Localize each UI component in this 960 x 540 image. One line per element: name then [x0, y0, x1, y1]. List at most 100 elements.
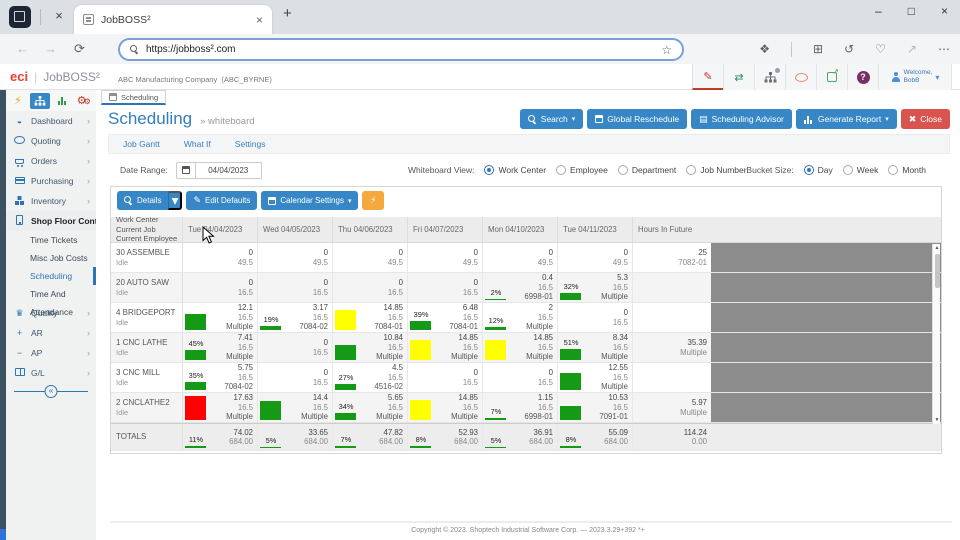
radio-month[interactable]: Month	[888, 165, 926, 175]
quick-entry-button[interactable]: ✎	[692, 64, 723, 90]
details-button[interactable]: Details	[117, 191, 168, 210]
quick-actions-icon[interactable]: ⚡	[14, 94, 22, 107]
sidebar-item-shop-floor-control[interactable]: Shop Floor Control∨	[6, 211, 96, 231]
refresh-icon[interactable]: ⟳	[74, 41, 85, 57]
schedule-cell[interactable]: 90%14.8516.5Multiple	[483, 333, 558, 362]
favorites-heart-icon[interactable]: ♡	[875, 42, 886, 56]
schedule-cell[interactable]: 016.5	[258, 273, 333, 302]
sidebar-item-ap[interactable]: −AP›	[6, 343, 96, 363]
schedule-cell[interactable]: 87%14.416.5Multiple	[258, 393, 333, 422]
sidebar-item-g-l[interactable]: G/L›	[6, 363, 96, 383]
column-header-thu-04-06-2023[interactable]: Thu 04/06/2023	[333, 217, 408, 242]
sidebar-item-orders[interactable]: Orders›	[6, 151, 96, 171]
schedule-cell[interactable]: 049.5	[183, 243, 258, 272]
work-center-label[interactable]: 1 CNC LATHEIdle	[111, 333, 183, 362]
schedule-cell[interactable]: 64%10.5316.57091-01	[558, 393, 633, 422]
external-link-button[interactable]	[816, 64, 847, 90]
close-tab-icon[interactable]: ×	[256, 13, 263, 27]
column-header-tue-04-04-2023[interactable]: Tue 04/04/2023	[183, 217, 258, 242]
sidebar-subitem-misc-job-costs[interactable]: Misc Job Costs	[6, 249, 96, 267]
user-menu[interactable]: Welcome,BobB ▾	[878, 64, 952, 90]
calendar-settings-button[interactable]: Calendar Settings▾	[261, 191, 358, 210]
history-icon[interactable]: ↺	[844, 42, 854, 56]
settings-gears-icon[interactable]: ⚙⚙	[77, 94, 88, 107]
url-text[interactable]: https://jobboss².com	[146, 44, 654, 55]
schedule-cell[interactable]: 35%5.7516.57084-02	[183, 363, 258, 392]
bookmark-star-icon[interactable]: ☆	[661, 43, 672, 57]
schedule-cell[interactable]: 45%7.4116.5Multiple	[183, 333, 258, 362]
schedule-cell[interactable]: 016.5	[408, 363, 483, 392]
search-button[interactable]: Search▾	[520, 109, 583, 129]
schedule-cell[interactable]: 049.5	[333, 243, 408, 272]
date-picker-button[interactable]	[176, 162, 196, 179]
close-icon[interactable]: ×	[48, 5, 70, 27]
scheduling-advisor-button[interactable]: ▤Scheduling Advisor	[691, 109, 792, 129]
schedule-cell[interactable]: 2%0.416.56998-01	[483, 273, 558, 302]
maximize-button[interactable]: □	[908, 4, 915, 18]
org-tree-button[interactable]	[754, 64, 785, 90]
sidebar-subitem-time-and-attendance[interactable]: Time And Attendance	[6, 285, 96, 303]
global-reschedule-button[interactable]: Global Reschedule	[587, 109, 687, 129]
work-center-label[interactable]: 30 ASSEMBLEIdle	[111, 243, 183, 272]
schedule-cell[interactable]: 016.5	[408, 273, 483, 302]
help-button[interactable]: ?	[847, 64, 878, 90]
work-center-label[interactable]: 3 CNC MILLIdle	[111, 363, 183, 392]
column-header-tue-04-11-2023[interactable]: Tue 04/11/2023	[558, 217, 633, 242]
browser-tab[interactable]: JobBOSS² ×	[74, 5, 272, 34]
schedule-cell[interactable]: 7%1.1516.56998-01	[483, 393, 558, 422]
nav-link-job-gantt[interactable]: Job Gantt	[123, 139, 160, 149]
sync-button[interactable]: ⇄	[723, 64, 754, 90]
forward-icon[interactable]: →	[44, 41, 57, 56]
schedule-cell[interactable]: 016.5	[333, 273, 408, 302]
schedule-cell[interactable]: 90%14.8516.5Multiple	[408, 393, 483, 422]
vertical-scrollbar[interactable]: ▲ ▼	[932, 244, 940, 424]
column-header-wed-04-05-2023[interactable]: Wed 04/05/2023	[258, 217, 333, 242]
edit-defaults-button[interactable]: ✎Edit Defaults	[186, 191, 257, 210]
chat-button[interactable]	[785, 64, 816, 90]
radio-job-number[interactable]: Job Number	[686, 165, 746, 175]
schedule-cell[interactable]: 90%14.8516.57084-01	[333, 303, 408, 332]
tab-scheduling[interactable]: Scheduling	[101, 90, 166, 105]
close-window-button[interactable]: ×	[941, 4, 948, 18]
sidebar-item-dashboard[interactable]: ◒Dashboard›	[6, 111, 96, 131]
collections-icon[interactable]: ⊞	[813, 42, 823, 56]
close-button[interactable]: ✖Close	[901, 109, 950, 129]
column-header-fri-04-07-2023[interactable]: Fri 04/07/2023	[408, 217, 483, 242]
schedule-cell[interactable]: 76%12.5516.5Multiple	[558, 363, 633, 392]
radio-work-center[interactable]: Work Center	[484, 165, 546, 175]
schedule-cell[interactable]: 107%17.6316.5Multiple	[183, 393, 258, 422]
schedule-cell[interactable]: 34%5.6516.5Multiple	[333, 393, 408, 422]
schedule-cell[interactable]: 016.5	[483, 363, 558, 392]
scroll-up-icon[interactable]: ▲	[933, 245, 941, 251]
schedule-cell[interactable]: 049.5	[558, 243, 633, 272]
scroll-down-icon[interactable]: ▼	[933, 417, 941, 423]
sidebar-item-ar[interactable]: +AR›	[6, 323, 96, 343]
reports-icon[interactable]	[58, 96, 68, 105]
new-tab-button[interactable]: +	[283, 5, 292, 22]
schedule-cell[interactable]: 12%216.5Multiple	[483, 303, 558, 332]
schedule-cell[interactable]: 049.5	[258, 243, 333, 272]
schedule-cell[interactable]: 049.5	[408, 243, 483, 272]
back-icon[interactable]: ←	[16, 41, 29, 56]
schedule-cell[interactable]: 73%12.116.5Multiple	[183, 303, 258, 332]
schedule-cell[interactable]: 19%3.1716.57084-02	[258, 303, 333, 332]
sidebar-subitem-scheduling[interactable]: Scheduling	[6, 267, 96, 285]
sidebar-item-purchasing[interactable]: Purchasing›	[6, 171, 96, 191]
caret-down-icon[interactable]: ▾	[168, 191, 182, 210]
schedule-cell[interactable]: 016.5	[183, 273, 258, 302]
nav-link-settings[interactable]: Settings	[235, 139, 266, 149]
schedule-cell[interactable]: 016.5	[258, 363, 333, 392]
radio-day[interactable]: Day	[804, 165, 833, 175]
work-center-label[interactable]: 4 BRIDGEPORTIdle	[111, 303, 183, 332]
nav-link-what-if[interactable]: What If	[184, 139, 211, 149]
column-header-mon-04-10-2023[interactable]: Mon 04/10/2023	[483, 217, 558, 242]
work-center-label[interactable]: 20 AUTO SAWIdle	[111, 273, 183, 302]
schedule-cell[interactable]: 66%10.8416.5Multiple	[333, 333, 408, 362]
share-icon[interactable]: ↗	[907, 42, 917, 56]
schedule-cell[interactable]: 27%4.516.54516-02	[333, 363, 408, 392]
sidebar-item-inventory[interactable]: Inventory›	[6, 191, 96, 211]
lightning-button[interactable]: ⚡	[362, 191, 384, 210]
sitemap-tab-active[interactable]	[30, 93, 50, 109]
schedule-cell[interactable]: 32%5.316.5Multiple	[558, 273, 633, 302]
tab-actions-icon[interactable]	[9, 6, 31, 28]
